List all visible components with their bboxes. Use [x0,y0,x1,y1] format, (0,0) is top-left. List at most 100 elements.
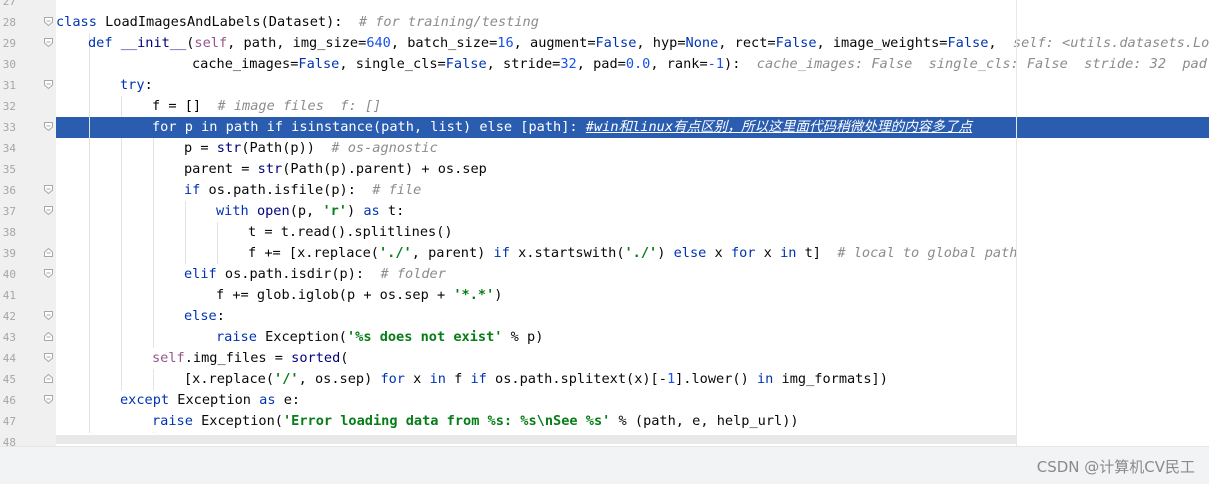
line-number: 45 [2,373,16,386]
code-line-31[interactable]: try: [120,75,153,96]
keyword: try [120,77,145,93]
code-line-32[interactable]: f = [] # image files f: [] [152,96,381,117]
code-text: (p, [289,203,323,219]
code-line-41[interactable]: f += glob.iglob(p + os.sep + '*.*') [216,285,502,306]
fold-end-icon[interactable] [44,248,53,257]
line-number: 40 [2,268,16,281]
code-text: cache_images= [192,56,299,72]
indent-guide [185,201,186,264]
keyword: False [775,35,817,51]
code-line-28[interactable]: class LoadImagesAndLabels(Dataset): # fo… [56,12,539,33]
keyword: else [673,245,707,261]
code-text: , path, img_size= [227,35,367,51]
string-literal: 'Error loading data from %s: %s\nSee %s' [282,413,611,429]
code-text: , augment= [513,35,596,51]
code-text: , [988,35,997,51]
line-number: 31 [2,79,16,92]
code-line-35[interactable]: parent = str(Path(p).parent) + os.sep [184,159,487,180]
code-line-30[interactable]: cache_images=False, single_cls=False, st… [192,54,1209,75]
line-number: 36 [2,184,16,197]
keyword: in [756,371,774,387]
line-number: 43 [2,331,16,344]
keyword: in [780,245,797,261]
fold-collapse-icon[interactable] [44,353,53,362]
code-text: t] [796,245,821,261]
fold-end-icon[interactable] [44,374,53,383]
code-line-47[interactable]: raise Exception('Error loading data from… [152,411,799,432]
inlay-hint: self: <utils.datasets.LoadI [1012,35,1209,51]
code-line-29[interactable]: def __init__(self, path, img_size=640, b… [88,33,1209,54]
fold-collapse-icon[interactable] [44,311,53,320]
code-line-42[interactable]: else: [184,306,225,327]
horizontal-scrollbar-thumb[interactable] [56,435,1016,444]
comment: # file [372,182,422,198]
line-number: 38 [2,226,16,239]
code-text: p = [184,140,217,156]
code-line-44[interactable]: self.img_files = sorted( [152,348,348,369]
code-area[interactable]: class LoadImagesAndLabels(Dataset): # fo… [56,0,1209,446]
comment: # folder [380,266,446,282]
keyword: def [88,35,113,51]
fold-collapse-icon[interactable] [44,185,53,194]
code-line-46[interactable]: except Exception as e: [120,390,300,411]
keyword: False [298,56,340,72]
indent-guide [121,138,122,390]
line-number-gutter[interactable]: 27 28 29 30 31 32 33 34 35 36 37 38 39 4… [0,0,56,446]
fold-collapse-icon[interactable] [44,206,53,215]
code-text: , os.sep) [298,371,381,387]
self-keyword: self [194,35,228,51]
fold-collapse-icon[interactable] [44,395,53,404]
comment: #win和linux有点区别，所以这里面代码稍微处理的内容多了点 [585,119,973,135]
fold-end-icon[interactable] [44,332,53,341]
keyword: in [429,371,446,387]
keyword: else [184,308,217,324]
code-line-45[interactable]: [x.replace('/', os.sep) for x in f if os… [184,369,888,390]
code-text: ) [657,245,674,261]
code-text: x [405,371,430,387]
code-line-33[interactable]: for p in path if isinstance(path, list) … [152,117,972,138]
string-literal: '%s does not exist' [346,329,503,345]
fold-collapse-icon[interactable] [44,80,53,89]
line-number: 47 [2,415,16,428]
keyword: elif [184,266,217,282]
code-line-43[interactable]: raise Exception('%s does not exist' % p) [216,327,543,348]
code-text: f = [] [152,98,202,114]
code-text: (Path(p)) [241,140,315,156]
code-text: LoadImagesAndLabels(Dataset): [105,14,343,30]
line-number: 28 [2,16,16,29]
horizontal-scrollbar[interactable] [56,433,1016,446]
keyword: None [685,35,719,51]
code-text: , batch_size= [390,35,498,51]
fold-collapse-icon[interactable] [44,269,53,278]
keyword: as [259,392,276,408]
code-text: for p in path if isinstance(path, list) … [152,119,578,135]
keyword: for [380,371,405,387]
code-text: x.startswith( [509,245,625,261]
code-line-38[interactable]: t = t.read().splitlines() [248,222,453,243]
line-number: 33 [2,121,16,134]
number-literal: 0.0 [625,56,651,72]
code-line-40[interactable]: elif os.path.isdir(p): # folder [184,264,446,285]
code-line-39[interactable]: f += [x.replace('./', parent) if x.start… [248,243,1017,264]
code-line-37[interactable]: with open(p, 'r') as t: [216,201,404,222]
fold-collapse-icon[interactable] [44,122,53,131]
code-editor[interactable]: 27 28 29 30 31 32 33 34 35 36 37 38 39 4… [0,0,1209,446]
keyword: raise [216,329,257,345]
code-text: : [144,77,153,93]
line-number: 48 [2,436,16,446]
code-text: t = t.read().splitlines() [248,224,453,240]
code-line-36[interactable]: if os.path.isfile(p): # file [184,180,421,201]
code-text: img_formats]) [773,371,888,387]
code-text: [x.replace( [184,371,275,387]
code-text: , stride= [486,56,561,72]
code-text: , parent) [411,245,494,261]
code-line-34[interactable]: p = str(Path(p)) # os-agnostic [184,138,438,159]
fold-collapse-icon[interactable] [44,38,53,47]
number-literal: 32 [560,56,577,72]
code-text: , rank= [650,56,708,72]
line-number: 44 [2,352,16,365]
fold-collapse-icon[interactable] [44,17,53,26]
keyword: if [470,371,487,387]
builtin: sorted [291,350,341,366]
